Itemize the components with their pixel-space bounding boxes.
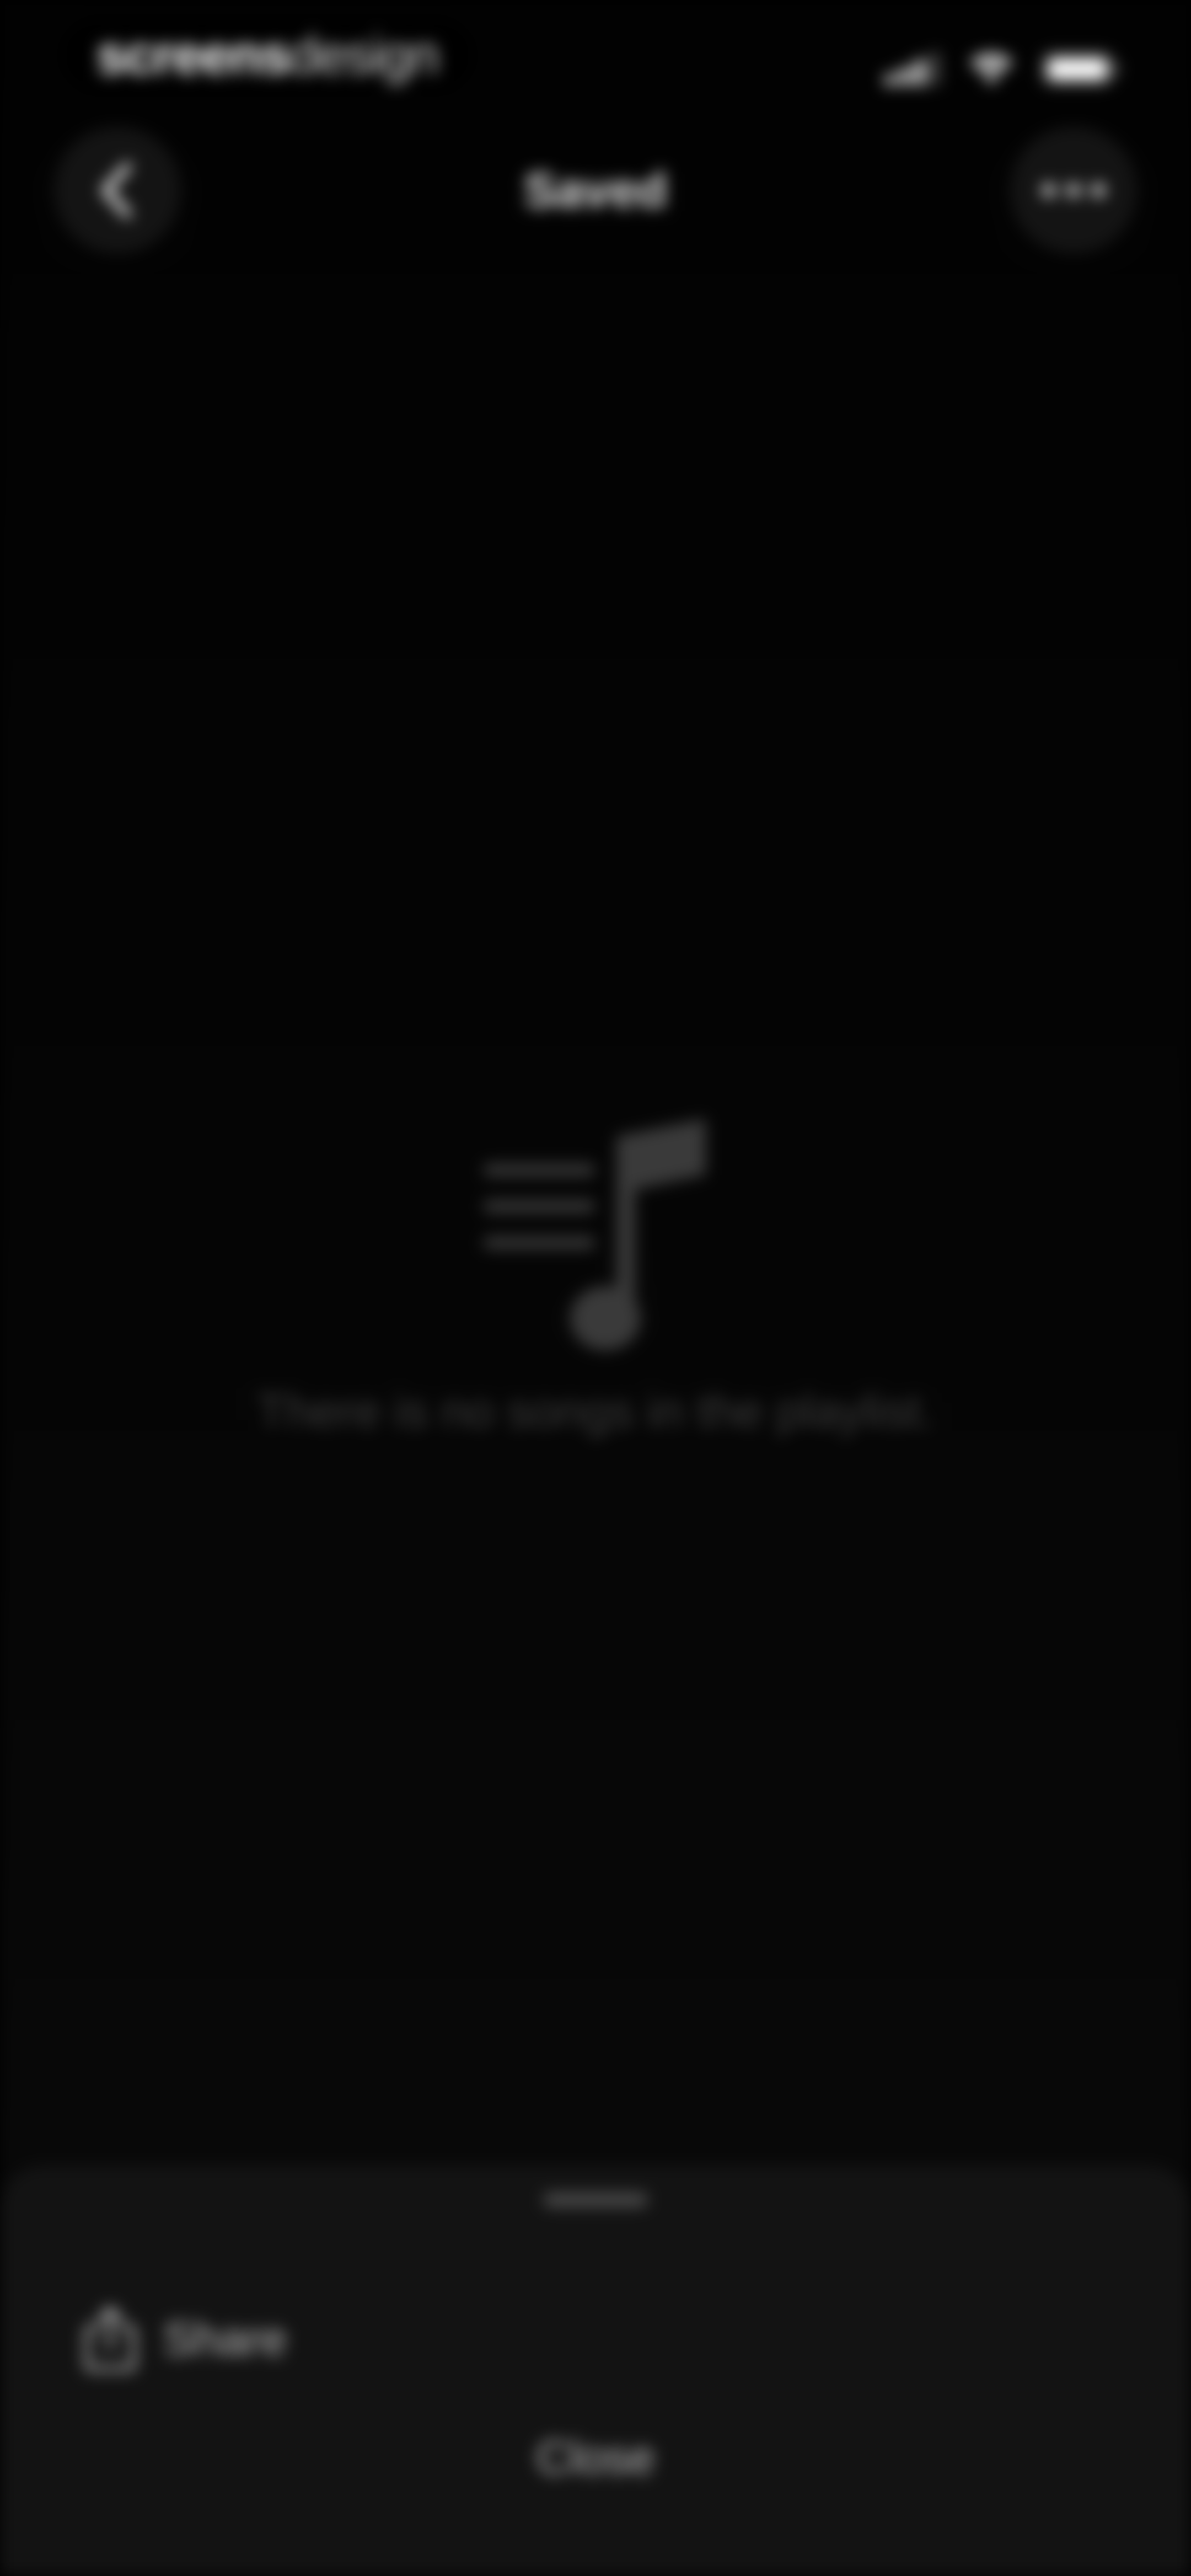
empty-state: There is no songs in the playlist.	[0, 1103, 1191, 1489]
empty-state-message: There is no songs in the playlist.	[256, 1385, 935, 1438]
app-screen: screensdesign Saved There is no songs in…	[0, 0, 1191, 2576]
signal-icon	[886, 52, 939, 85]
share-button[interactable]: Share	[83, 2297, 287, 2380]
share-icon	[85, 2307, 136, 2371]
playlist-music-icon	[484, 1119, 706, 1350]
share-label: Share	[163, 2312, 287, 2365]
brand-watermark: screensdesign	[61, 20, 474, 92]
status-icons	[886, 50, 1119, 88]
nav-bar: Saved	[0, 127, 1191, 259]
action-sheet: Share Close	[0, 2165, 1191, 2576]
brand-logo-bold: screens	[96, 26, 290, 85]
sheet-grabber[interactable]	[543, 2193, 648, 2207]
back-button[interactable]	[54, 127, 181, 254]
status-bar: screensdesign	[0, 0, 1191, 127]
close-button[interactable]: Close	[375, 2402, 816, 2513]
brand-logo-light: design	[289, 26, 439, 85]
battery-icon	[1042, 52, 1118, 85]
ellipsis-icon	[1042, 184, 1105, 197]
more-options-button[interactable]	[1010, 127, 1137, 254]
chevron-left-icon	[101, 163, 131, 218]
brand-logo: screensdesign	[96, 26, 439, 85]
wifi-icon	[970, 54, 1012, 84]
